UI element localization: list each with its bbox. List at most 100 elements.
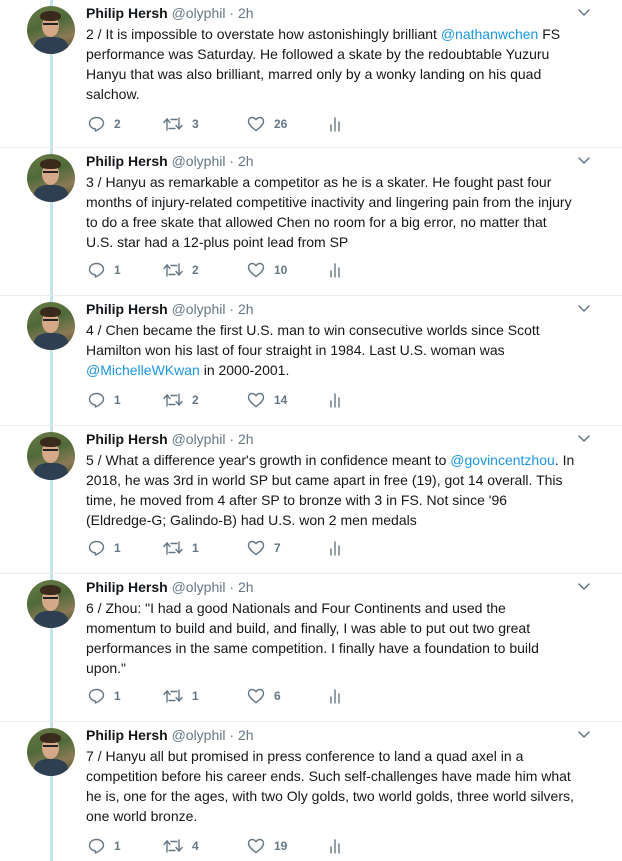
- author-name[interactable]: Philip Hersh: [86, 431, 168, 447]
- timestamp[interactable]: 2h: [238, 579, 254, 595]
- timestamp[interactable]: 2h: [238, 301, 254, 317]
- analytics-button[interactable]: [329, 686, 343, 706]
- like-count: 6: [274, 689, 281, 703]
- chevron-down-icon[interactable]: [578, 730, 590, 740]
- reply-count: 1: [114, 839, 121, 853]
- chevron-down-icon[interactable]: [578, 156, 590, 166]
- analytics-icon: [330, 263, 340, 278]
- reply-button[interactable]: 1: [88, 686, 121, 706]
- timestamp[interactable]: 2h: [238, 5, 254, 21]
- retweet-count: 2: [192, 263, 199, 277]
- reply-count: 1: [114, 263, 121, 277]
- retweet-count: 3: [192, 117, 199, 131]
- tweet-text: 5 / What a difference year's growth in c…: [86, 450, 576, 530]
- chevron-down-icon[interactable]: [578, 304, 590, 314]
- reply-icon: [88, 116, 105, 132]
- author-handle[interactable]: @olyphil: [172, 153, 226, 169]
- like-button[interactable]: 26: [247, 114, 287, 134]
- tweet-actions: 1 2 10: [86, 260, 386, 280]
- tweet-header: Philip Hersh @olyphil · 2h: [86, 430, 254, 448]
- tweet[interactable]: Philip Hersh @olyphil · 2h 2 / It is imp…: [0, 0, 622, 148]
- analytics-button[interactable]: [329, 390, 343, 410]
- chevron-down-icon[interactable]: [578, 582, 590, 592]
- chevron-down-icon[interactable]: [578, 434, 590, 444]
- author-handle[interactable]: @olyphil: [172, 579, 226, 595]
- like-count: 14: [274, 393, 288, 407]
- author-name[interactable]: Philip Hersh: [86, 727, 168, 743]
- chevron-down-icon[interactable]: [578, 8, 590, 18]
- avatar[interactable]: [27, 580, 75, 628]
- author-name[interactable]: Philip Hersh: [86, 153, 168, 169]
- author-handle[interactable]: @olyphil: [172, 5, 226, 21]
- like-button[interactable]: 7: [247, 538, 281, 558]
- separator-dot: ·: [229, 579, 235, 595]
- tweet-text: 6 / Zhou: "I had a good Nationals and Fo…: [86, 598, 576, 678]
- retweet-button[interactable]: 4: [163, 836, 199, 856]
- heart-icon: [247, 262, 265, 278]
- author-name[interactable]: Philip Hersh: [86, 5, 168, 21]
- author-name[interactable]: Philip Hersh: [86, 579, 168, 595]
- timestamp[interactable]: 2h: [238, 727, 254, 743]
- tweet-text-part: 6 / Zhou: "I had a good Nationals and Fo…: [86, 600, 539, 676]
- tweet-text-part: 4 / Chen became the first U.S. man to wi…: [86, 322, 540, 358]
- analytics-icon: [330, 393, 340, 408]
- author-handle[interactable]: @olyphil: [172, 431, 226, 447]
- analytics-icon: [330, 541, 340, 556]
- mention-link[interactable]: @govincentzhou: [450, 452, 555, 468]
- tweet-text: 4 / Chen became the first U.S. man to wi…: [86, 320, 576, 380]
- like-button[interactable]: 6: [247, 686, 281, 706]
- reply-button[interactable]: 2: [88, 114, 121, 134]
- retweet-button[interactable]: 2: [163, 390, 199, 410]
- retweet-button[interactable]: 1: [163, 538, 199, 558]
- retweet-button[interactable]: 1: [163, 686, 199, 706]
- mention-link[interactable]: @MichelleWKwan: [86, 362, 200, 378]
- retweet-icon: [163, 393, 183, 407]
- analytics-button[interactable]: [329, 114, 343, 134]
- timestamp[interactable]: 2h: [238, 431, 254, 447]
- retweet-icon: [163, 689, 183, 703]
- separator-dot: ·: [229, 5, 235, 21]
- timestamp[interactable]: 2h: [238, 153, 254, 169]
- reply-button[interactable]: 1: [88, 260, 121, 280]
- tweet[interactable]: Philip Hersh @olyphil · 2h 5 / What a di…: [0, 426, 622, 574]
- reply-count: 1: [114, 689, 121, 703]
- heart-icon: [247, 116, 265, 132]
- avatar[interactable]: [27, 728, 75, 776]
- retweet-button[interactable]: 3: [163, 114, 199, 134]
- tweet[interactable]: Philip Hersh @olyphil · 2h 3 / Hanyu as …: [0, 148, 622, 296]
- like-button[interactable]: 10: [247, 260, 287, 280]
- reply-icon: [88, 392, 105, 408]
- heart-icon: [247, 688, 265, 704]
- reply-button[interactable]: 1: [88, 836, 121, 856]
- retweet-button[interactable]: 2: [163, 260, 199, 280]
- tweet[interactable]: Philip Hersh @olyphil · 2h 6 / Zhou: "I …: [0, 574, 622, 722]
- avatar[interactable]: [27, 432, 75, 480]
- reply-button[interactable]: 1: [88, 538, 121, 558]
- retweet-count: 4: [192, 839, 199, 853]
- author-handle[interactable]: @olyphil: [172, 301, 226, 317]
- tweet[interactable]: Philip Hersh @olyphil · 2h 4 / Chen beca…: [0, 296, 622, 426]
- author-handle[interactable]: @olyphil: [172, 727, 226, 743]
- avatar[interactable]: [27, 6, 75, 54]
- like-button[interactable]: 14: [247, 390, 287, 410]
- author-name[interactable]: Philip Hersh: [86, 301, 168, 317]
- analytics-icon: [330, 689, 340, 704]
- tweet-text: 7 / Hanyu all but promised in press conf…: [86, 746, 576, 826]
- tweet-actions: 1 1 7: [86, 538, 386, 558]
- separator-dot: ·: [229, 301, 235, 317]
- analytics-button[interactable]: [329, 538, 343, 558]
- avatar[interactable]: [27, 302, 75, 350]
- tweet-header: Philip Hersh @olyphil · 2h: [86, 4, 254, 22]
- reply-button[interactable]: 1: [88, 390, 121, 410]
- reply-icon: [88, 688, 105, 704]
- like-count: 7: [274, 541, 281, 555]
- avatar[interactable]: [27, 154, 75, 202]
- tweet-actions: 2 3 26: [86, 114, 386, 134]
- analytics-button[interactable]: [329, 836, 343, 856]
- like-button[interactable]: 19: [247, 836, 287, 856]
- separator-dot: ·: [229, 727, 235, 743]
- analytics-button[interactable]: [329, 260, 343, 280]
- mention-link[interactable]: @nathanwchen: [441, 26, 539, 42]
- tweet[interactable]: Philip Hersh @olyphil · 2h 7 / Hanyu all…: [0, 722, 622, 861]
- tweet-text-part: 2 / It is impossible to overstate how as…: [86, 26, 441, 42]
